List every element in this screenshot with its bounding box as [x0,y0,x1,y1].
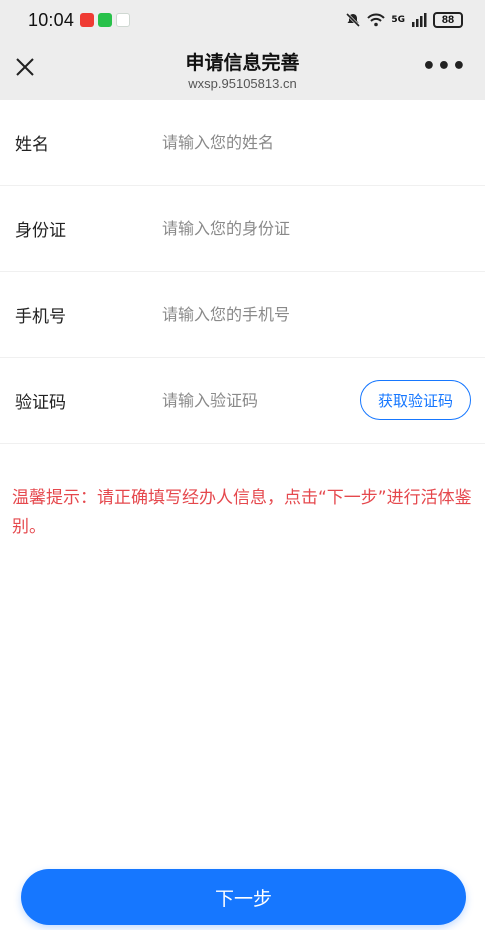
phone-app-icon [98,13,113,27]
battery-indicator: 88 [433,12,463,28]
get-code-button[interactable]: 获取验证码 [360,380,471,420]
sim-app-icon [116,13,131,27]
id-input[interactable] [162,219,352,238]
next-step-button[interactable]: 下一步 [21,869,466,925]
code-label: 验证码 [15,393,66,413]
video-app-icon [80,13,95,27]
name-input[interactable] [162,133,352,152]
status-time: 10:04 [28,9,75,30]
name-label: 姓名 [15,135,49,155]
page-url: wxsp.95105813.cn [188,76,297,91]
info-form: 姓名 身份证 手机号 验证码 获取验证码 [0,100,485,444]
wifi-icon [367,13,386,27]
page-title: 申请信息完善 [185,52,300,74]
status-bar: 10:04 5G 88 [0,0,485,40]
form-row-id: 身份证 [0,186,485,272]
phone-label: 手机号 [15,307,66,327]
mute-icon [346,12,361,28]
nav-bar: 申请信息完善 wxsp.95105813.cn ••• [0,40,485,100]
tip-text: 温馨提示：请正确填写经办人信息，点击“下一步”进行活体鉴别。 [12,488,472,537]
network-type: 5G [391,15,405,25]
id-label: 身份证 [15,221,66,241]
form-row-phone: 手机号 [0,272,485,358]
form-row-code: 验证码 获取验证码 [0,358,485,444]
code-input[interactable] [162,391,342,410]
more-icon[interactable]: ••• [422,56,467,78]
signal-icon [412,13,427,27]
phone-input[interactable] [162,305,352,324]
status-right: 5G 88 [345,12,463,28]
form-row-name: 姓名 [0,100,485,186]
